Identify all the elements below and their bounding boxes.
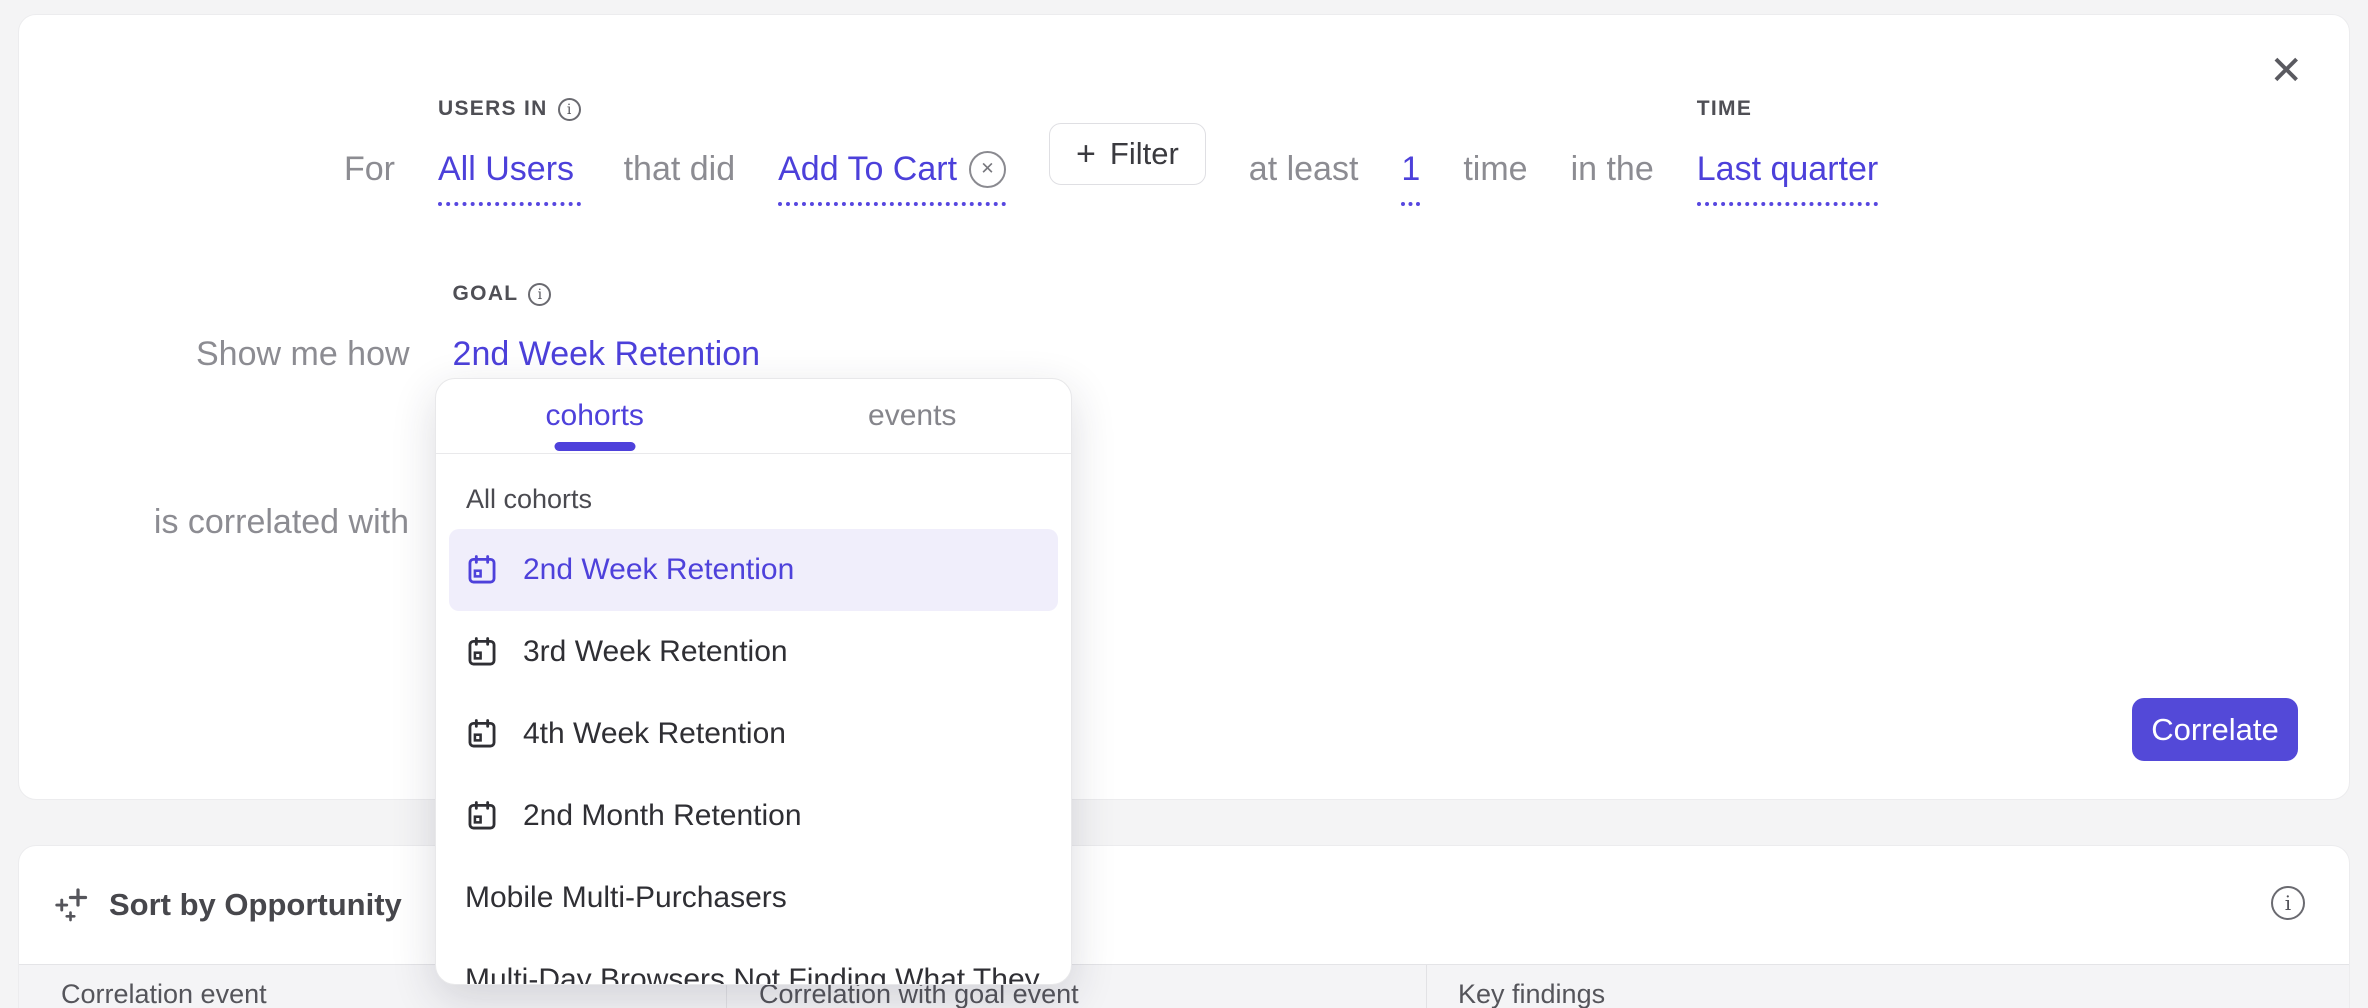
active-tab-indicator (554, 442, 635, 451)
sort-by-opportunity-button[interactable]: Sort by Opportunity (53, 846, 402, 964)
goal-label: GOAL (453, 282, 519, 306)
list-item-label: Mobile Multi-Purchasers (465, 881, 787, 915)
query-builder-card: ✕ For USERS IN i All Users that did (18, 14, 2350, 800)
list-item-label: 2nd Week Retention (523, 553, 794, 587)
tab-cohorts-label: cohorts (546, 399, 644, 433)
list-item-label: 4th Week Retention (523, 717, 786, 751)
event-selector[interactable]: Add To Cart ✕ (778, 149, 1006, 206)
query-row-correlated: is correlated with (119, 502, 409, 542)
info-icon[interactable]: i (528, 283, 551, 306)
goal-dropdown: cohorts events All cohorts 2nd Week Rete… (435, 378, 1072, 985)
column-header-correlation-event: Correlation event (61, 979, 267, 1008)
tab-cohorts[interactable]: cohorts (436, 379, 754, 453)
correlation-builder-page: ✕ For USERS IN i All Users that did (0, 0, 2368, 1008)
close-icon[interactable]: ✕ (2269, 51, 2303, 91)
results-table-header: Correlation event Correlation with goal … (19, 964, 2349, 1008)
correlate-button[interactable]: Correlate (2132, 698, 2298, 761)
tab-events-label: events (868, 399, 956, 433)
time-word-cell: time (1463, 97, 1527, 189)
column-header-key-findings: Key findings (1458, 979, 1605, 1008)
cohort-list: 2nd Week Retention 3rd Week Retention 4t… (449, 529, 1058, 985)
calendar-icon (465, 553, 499, 587)
in-the-cell: in the (1571, 97, 1654, 189)
connector-at-least: at least (1249, 149, 1359, 189)
count-selector[interactable]: 1 (1401, 149, 1420, 206)
plus-icon: + (1076, 139, 1096, 169)
list-item-2nd-week-retention[interactable]: 2nd Week Retention (449, 529, 1058, 611)
tab-events[interactable]: events (754, 379, 1072, 453)
prefix-cell: For (344, 97, 395, 189)
connector-in-the: in the (1571, 149, 1654, 189)
at-least-cell: at least (1249, 97, 1359, 189)
users-in-label: USERS IN (438, 97, 548, 121)
event-value[interactable]: Add To Cart (778, 149, 957, 189)
query-row-users: For USERS IN i All Users that did Add To… (344, 97, 1878, 206)
goal-cell: GOAL i 2nd Week Retention (453, 282, 760, 391)
list-item-3rd-week-retention[interactable]: 3rd Week Retention (449, 611, 1058, 693)
dropdown-tabs: cohorts events (436, 379, 1071, 454)
calendar-icon (465, 635, 499, 669)
connector-time: time (1463, 149, 1527, 189)
calendar-icon (465, 717, 499, 751)
list-item-4th-week-retention[interactable]: 4th Week Retention (449, 693, 1058, 775)
filter-button-label: Filter (1110, 136, 1179, 172)
users-in-cell: USERS IN i All Users (438, 97, 581, 206)
connector-that-did: that did (624, 149, 736, 189)
count-cell: 1 (1401, 97, 1420, 206)
prefix-for: For (344, 149, 395, 189)
list-item-multi-day-browsers[interactable]: Multi-Day Browsers Not Finding What They (449, 939, 1058, 985)
info-icon[interactable]: i (558, 98, 581, 121)
event-cell: Add To Cart ✕ (778, 97, 1006, 206)
query-row-goal: Show me how GOAL i 2nd Week Retention (196, 282, 760, 391)
that-did-cell: that did (624, 97, 736, 189)
list-item-label: Multi-Day Browsers Not Finding What They (465, 963, 1040, 985)
calendar-icon (465, 799, 499, 833)
list-item-label: 3rd Week Retention (523, 635, 788, 669)
show-me-how-cell: Show me how (196, 282, 410, 374)
info-icon[interactable]: i (2271, 886, 2305, 920)
prefix-show-me-how: Show me how (196, 334, 410, 374)
prefix-is-correlated-with: is correlated with (154, 503, 409, 541)
add-filter-button[interactable]: + Filter (1049, 123, 1206, 185)
time-range-selector[interactable]: Last quarter (1697, 149, 1878, 206)
remove-event-icon[interactable]: ✕ (969, 151, 1006, 188)
results-card: Sort by Opportunity i Correlation event … (18, 845, 2350, 1008)
time-range-cell: TIME Last quarter (1697, 97, 1878, 206)
section-header-all-cohorts: All cohorts (466, 484, 592, 515)
sort-button-label: Sort by Opportunity (109, 887, 402, 923)
list-item-label: 2nd Month Retention (523, 799, 802, 833)
list-item-2nd-month-retention[interactable]: 2nd Month Retention (449, 775, 1058, 857)
sparkle-icon (53, 885, 93, 925)
users-selector[interactable]: All Users (438, 149, 581, 206)
time-label: TIME (1697, 97, 1752, 121)
list-item-mobile-multi-purchasers[interactable]: Mobile Multi-Purchasers (449, 857, 1058, 939)
column-divider (1426, 965, 1427, 1008)
